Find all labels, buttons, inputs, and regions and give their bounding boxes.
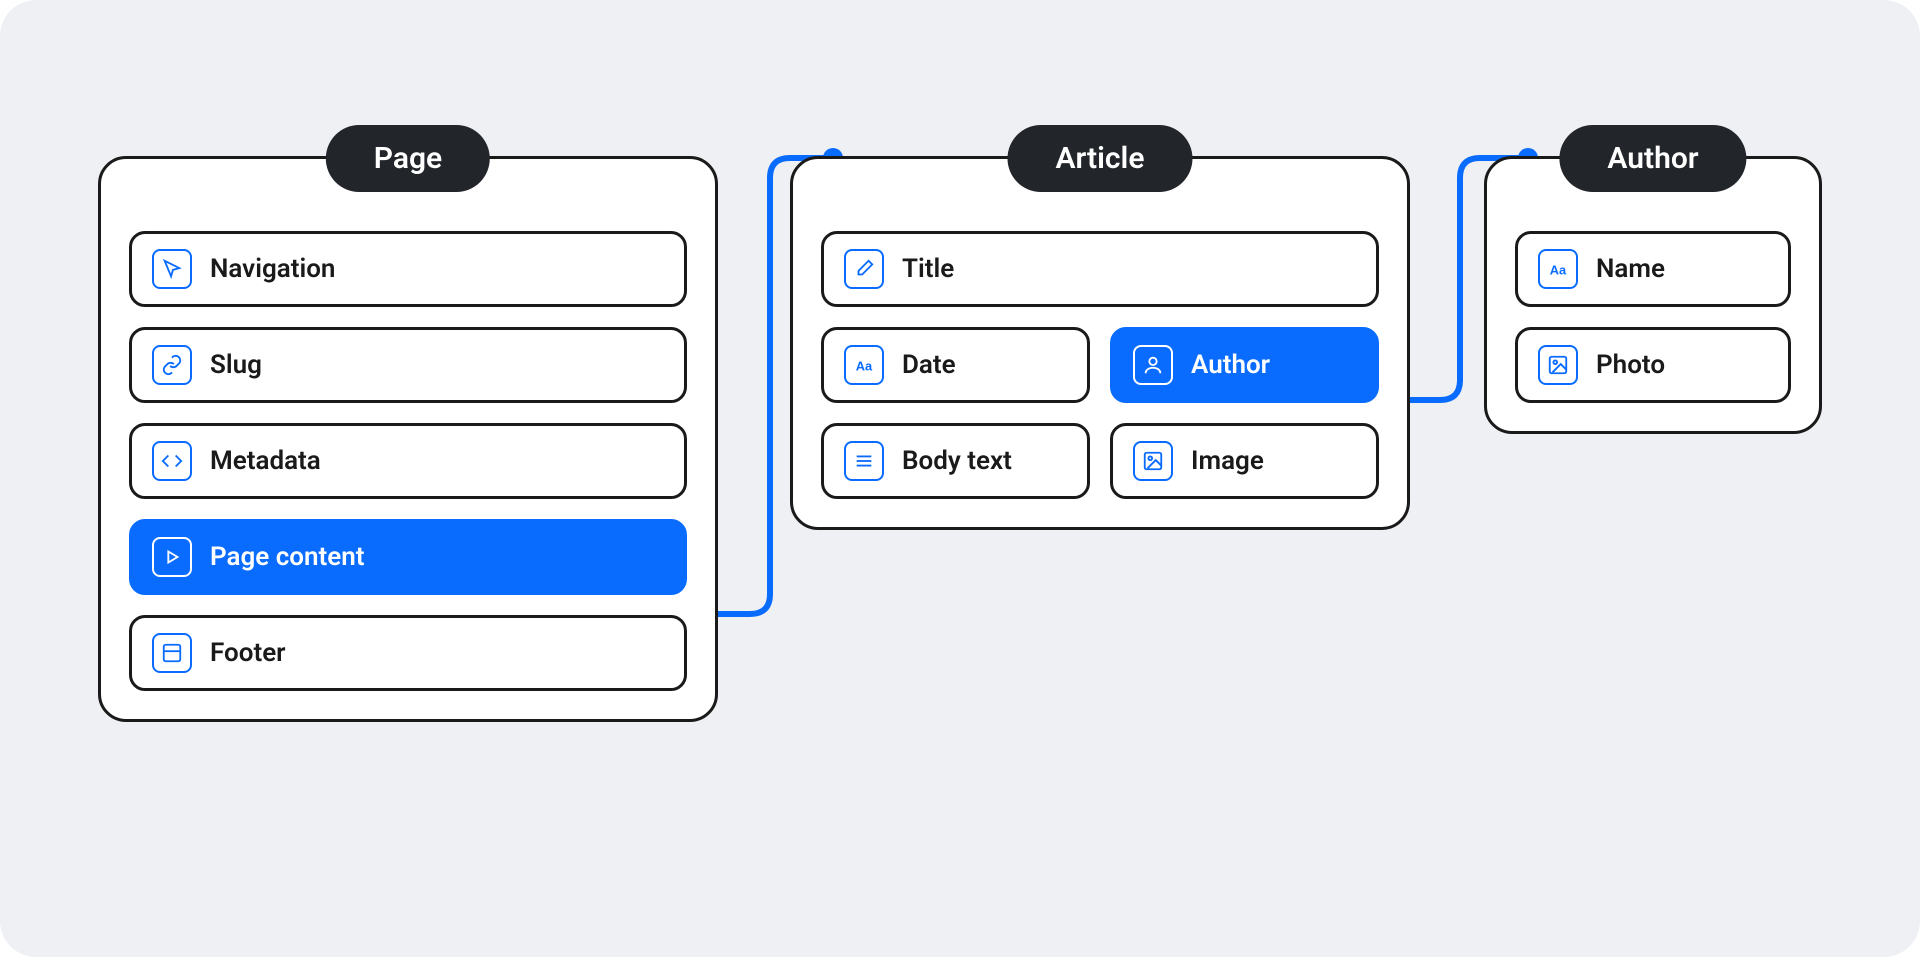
cursor-icon	[152, 249, 192, 289]
field-photo[interactable]: Photo	[1515, 327, 1791, 403]
text-aa-icon: Aa	[1538, 249, 1578, 289]
field-title[interactable]: Title	[821, 231, 1379, 307]
field-body-text[interactable]: Body text	[821, 423, 1090, 499]
panel-page: Page Navigation Slug Metadata	[98, 156, 718, 722]
svg-text:Aa: Aa	[856, 359, 873, 374]
field-name[interactable]: Aa Name	[1515, 231, 1791, 307]
field-slug[interactable]: Slug	[129, 327, 687, 403]
field-page-content[interactable]: Page content	[129, 519, 687, 595]
field-label: Image	[1191, 446, 1264, 476]
field-label: Title	[902, 254, 954, 284]
field-label: Navigation	[210, 254, 335, 284]
field-label: Date	[902, 350, 956, 380]
text-aa-icon: Aa	[844, 345, 884, 385]
panel-article: Article Title Aa Date	[790, 156, 1410, 530]
field-metadata[interactable]: Metadata	[129, 423, 687, 499]
field-date[interactable]: Aa Date	[821, 327, 1090, 403]
field-footer[interactable]: Footer	[129, 615, 687, 691]
field-label: Page content	[210, 542, 365, 572]
field-image[interactable]: Image	[1110, 423, 1379, 499]
pencil-icon	[844, 249, 884, 289]
svg-text:Aa: Aa	[1550, 263, 1567, 278]
field-label: Photo	[1596, 350, 1665, 380]
field-label: Slug	[210, 350, 262, 380]
lines-icon	[844, 441, 884, 481]
layout-icon	[152, 633, 192, 673]
field-label: Footer	[210, 638, 286, 668]
link-icon	[152, 345, 192, 385]
image-icon	[1538, 345, 1578, 385]
field-label: Metadata	[210, 446, 321, 476]
panel-header-author: Author	[1559, 125, 1746, 192]
field-label: Body text	[902, 446, 1012, 476]
image-icon	[1133, 441, 1173, 481]
field-label: Name	[1596, 254, 1665, 284]
field-navigation[interactable]: Navigation	[129, 231, 687, 307]
panel-author: Author Aa Name Photo	[1484, 156, 1822, 434]
user-icon	[1133, 345, 1173, 385]
panel-header-page: Page	[326, 125, 490, 192]
panel-header-article: Article	[1007, 125, 1192, 192]
code-icon	[152, 441, 192, 481]
play-icon	[152, 537, 192, 577]
field-label: Author	[1191, 350, 1270, 380]
field-author[interactable]: Author	[1110, 327, 1379, 403]
diagram-canvas: Page Navigation Slug Metadata	[0, 0, 1920, 957]
